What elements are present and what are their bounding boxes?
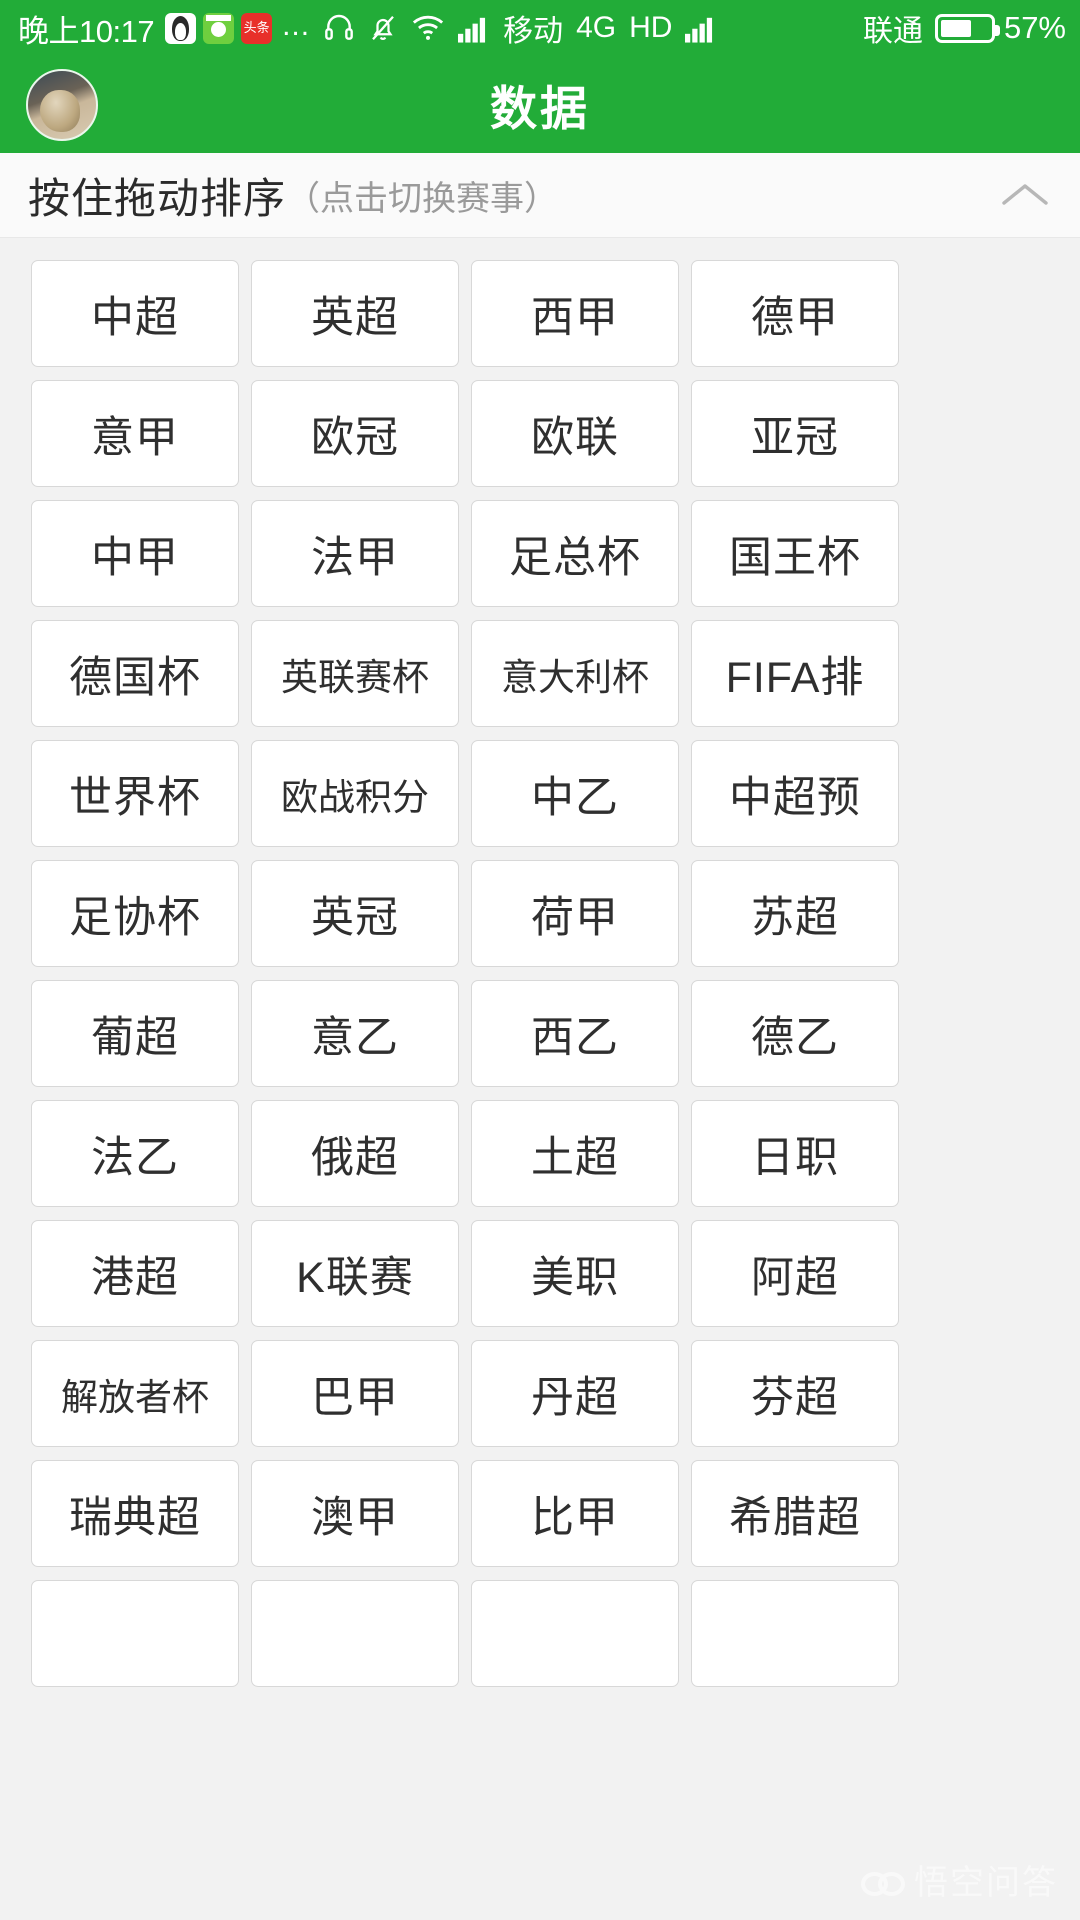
league-tile[interactable]: 葡超 <box>31 980 239 1087</box>
league-tile[interactable]: 中超预 <box>691 740 899 847</box>
league-tile[interactable]: 英冠 <box>251 860 459 967</box>
qq-icon <box>165 12 197 44</box>
watermark-label: 悟空问答 <box>914 1863 1058 1903</box>
league-tile[interactable]: K联赛 <box>251 1220 459 1327</box>
league-tile[interactable]: 中乙 <box>471 740 679 847</box>
league-tile[interactable]: 欧联 <box>471 380 679 487</box>
league-tile[interactable]: 澳甲 <box>251 1460 459 1567</box>
carrier-secondary-label: 联通 <box>862 15 923 48</box>
league-tile[interactable]: 土超 <box>471 1100 679 1207</box>
app-header: 数据 <box>0 56 1080 153</box>
avatar[interactable] <box>26 68 98 141</box>
network-type-label: 4G <box>576 11 617 44</box>
league-tile[interactable]: 英联赛杯 <box>251 620 459 727</box>
league-tile[interactable]: 美职 <box>471 1220 679 1327</box>
carrier-primary-label: 移动 <box>503 15 564 48</box>
league-tile[interactable]: 法乙 <box>31 1100 239 1207</box>
headset-icon <box>323 12 355 44</box>
league-tile[interactable]: 荷甲 <box>471 860 679 967</box>
league-tile[interactable]: 日职 <box>691 1100 899 1207</box>
league-tile[interactable] <box>251 1580 459 1687</box>
league-tile[interactable]: 足总杯 <box>471 500 679 607</box>
signal-secondary-icon <box>685 13 717 43</box>
sort-section-header[interactable]: 按住拖动排序 （点击切换赛事） <box>0 153 1080 238</box>
league-tile[interactable]: 足协杯 <box>31 860 239 967</box>
league-tile[interactable]: 比甲 <box>471 1460 679 1567</box>
league-tile[interactable]: 意大利杯 <box>471 620 679 727</box>
battery-icon <box>934 13 1000 43</box>
league-tile[interactable] <box>691 1580 899 1687</box>
league-tile[interactable]: 德乙 <box>691 980 899 1087</box>
league-tile[interactable]: 欧战积分 <box>251 740 459 847</box>
league-tile[interactable]: 西乙 <box>471 980 679 1087</box>
sort-hint-title: 按住拖动排序 <box>28 174 287 222</box>
league-tile[interactable]: 苏超 <box>691 860 899 967</box>
status-bar-right: 联通 57% <box>850 6 1066 50</box>
league-tile[interactable]: 中超 <box>31 260 239 367</box>
hd-label: HD <box>629 11 673 44</box>
league-tile[interactable]: 亚冠 <box>691 380 899 487</box>
league-tile[interactable]: 德国杯 <box>31 620 239 727</box>
league-tile[interactable]: 意甲 <box>31 380 239 487</box>
league-tile[interactable]: 港超 <box>31 1220 239 1327</box>
league-tile[interactable]: 巴甲 <box>251 1340 459 1447</box>
signal-icon <box>458 13 490 43</box>
wukong-logo-icon <box>861 1865 905 1896</box>
league-tile[interactable] <box>31 1580 239 1687</box>
league-tile[interactable]: FIFA排 <box>691 620 899 727</box>
league-tile[interactable]: 欧冠 <box>251 380 459 487</box>
status-bar: 晚上10:17 ... <box>0 0 1080 56</box>
league-tile[interactable]: 英超 <box>251 260 459 367</box>
wifi-icon <box>411 12 445 44</box>
chevron-up-icon[interactable] <box>970 153 1080 238</box>
toutiao-icon <box>241 12 273 44</box>
league-tile[interactable]: 意乙 <box>251 980 459 1087</box>
bell-muted-icon <box>368 12 398 44</box>
league-tile[interactable]: 瑞典超 <box>31 1460 239 1567</box>
league-tile[interactable]: 世界杯 <box>31 740 239 847</box>
battery-fill <box>940 19 971 37</box>
league-grid: 中超 英超 西甲 德甲意甲 欧冠 欧联 亚冠中甲 法甲 足总杯 国王杯德国杯 英联赛杯 意大利杯 FIF… <box>0 260 1080 1687</box>
green-app-icon <box>203 12 235 44</box>
status-time: 晚上10:17 <box>18 13 155 49</box>
league-tile[interactable]: 俄超 <box>251 1100 459 1207</box>
league-tile[interactable]: 阿超 <box>691 1220 899 1327</box>
league-tile[interactable]: 中甲 <box>31 500 239 607</box>
sort-hint-subtitle: （点击切换赛事） <box>286 179 559 218</box>
league-tile[interactable]: 西甲 <box>471 260 679 367</box>
page-title: 数据 <box>490 82 590 135</box>
league-tile[interactable]: 法甲 <box>251 500 459 607</box>
league-tile[interactable]: 丹超 <box>471 1340 679 1447</box>
league-tile[interactable]: 解放者杯 <box>31 1340 239 1447</box>
league-tile[interactable]: 德甲 <box>691 260 899 367</box>
league-tile[interactable] <box>471 1580 679 1687</box>
status-app-icons <box>165 12 273 44</box>
league-tile[interactable]: 希腊超 <box>691 1460 899 1567</box>
battery-percent-label: 57% <box>1003 10 1066 45</box>
league-tile[interactable]: 国王杯 <box>691 500 899 607</box>
watermark: 悟空问答 <box>861 1855 1058 1904</box>
overflow-dots-icon: ... <box>282 8 311 42</box>
league-tile[interactable]: 芬超 <box>691 1340 899 1447</box>
league-grid-container[interactable]: 中超 英超 西甲 德甲意甲 欧冠 欧联 亚冠中甲 法甲 足总杯 国王杯德国杯 英联赛杯 意大利杯 FIF… <box>0 238 1080 1920</box>
